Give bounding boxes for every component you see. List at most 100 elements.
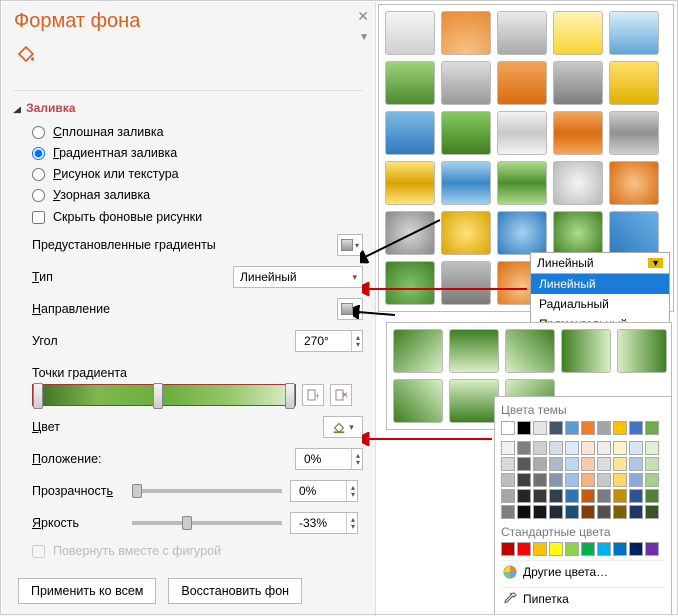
theme-color-swatch[interactable] <box>517 421 531 435</box>
theme-color-swatch[interactable] <box>597 473 611 487</box>
theme-color-swatch[interactable] <box>597 421 611 435</box>
theme-color-swatch[interactable] <box>565 473 579 487</box>
theme-color-swatch[interactable] <box>565 489 579 503</box>
gradient-preset-swatch[interactable] <box>609 111 659 155</box>
theme-color-swatch[interactable] <box>501 457 515 471</box>
theme-color-swatch[interactable] <box>549 421 563 435</box>
remove-stop-button[interactable]: × <box>330 384 352 406</box>
paint-bucket-icon[interactable] <box>14 41 38 65</box>
theme-color-swatch[interactable] <box>581 473 595 487</box>
theme-color-swatch[interactable] <box>629 421 643 435</box>
reset-background-button[interactable]: Восстановить фон <box>168 578 302 604</box>
theme-color-swatch[interactable] <box>501 473 515 487</box>
theme-color-swatch[interactable] <box>613 457 627 471</box>
theme-color-swatch[interactable] <box>645 489 659 503</box>
theme-color-swatch[interactable] <box>645 421 659 435</box>
theme-color-swatch[interactable] <box>517 489 531 503</box>
hide-bg-checkbox[interactable]: Скрыть фоновые рисунки <box>32 210 363 224</box>
standard-color-swatch[interactable] <box>645 542 659 556</box>
theme-color-swatch[interactable] <box>645 441 659 455</box>
standard-color-swatch[interactable] <box>517 542 531 556</box>
eyedropper-item[interactable]: Пипетка <box>501 587 665 610</box>
gradient-preset-swatch[interactable] <box>497 61 547 105</box>
theme-color-swatch[interactable] <box>549 441 563 455</box>
gradient-stop[interactable] <box>285 383 295 409</box>
type-option[interactable]: Радиальный <box>531 294 669 314</box>
standard-color-swatch[interactable] <box>565 542 579 556</box>
gradient-preset-swatch[interactable] <box>609 11 659 55</box>
theme-color-swatch[interactable] <box>549 489 563 503</box>
theme-color-swatch[interactable] <box>549 505 563 519</box>
theme-color-swatch[interactable] <box>645 473 659 487</box>
theme-color-swatch[interactable] <box>645 505 659 519</box>
theme-color-swatch[interactable] <box>565 505 579 519</box>
theme-color-swatch[interactable] <box>613 421 627 435</box>
radio-picture-fill[interactable]: Рисунок или текстура <box>32 167 363 181</box>
theme-color-swatch[interactable] <box>629 505 643 519</box>
theme-color-swatch[interactable] <box>565 457 579 471</box>
theme-color-swatch[interactable] <box>517 473 531 487</box>
direction-swatch[interactable] <box>617 329 667 373</box>
theme-color-swatch[interactable] <box>517 441 531 455</box>
theme-color-swatch[interactable] <box>533 505 547 519</box>
standard-color-swatch[interactable] <box>501 542 515 556</box>
gradient-stop[interactable] <box>153 383 163 409</box>
direction-dropdown[interactable]: ▾ <box>337 298 363 320</box>
transparency-slider[interactable] <box>132 489 282 493</box>
theme-color-swatch[interactable] <box>501 421 515 435</box>
theme-color-swatch[interactable] <box>517 457 531 471</box>
theme-color-swatch[interactable] <box>613 473 627 487</box>
direction-swatch[interactable] <box>449 379 499 423</box>
gradient-preset-swatch[interactable] <box>609 211 659 255</box>
fill-section-header[interactable]: Заливка <box>14 90 363 115</box>
brightness-slider[interactable] <box>132 521 282 525</box>
gradient-preset-swatch[interactable] <box>385 261 435 305</box>
standard-color-swatch[interactable] <box>549 542 563 556</box>
gradient-preset-swatch[interactable] <box>441 161 491 205</box>
theme-color-swatch[interactable] <box>581 441 595 455</box>
theme-color-swatch[interactable] <box>581 457 595 471</box>
theme-color-swatch[interactable] <box>501 489 515 503</box>
theme-color-swatch[interactable] <box>501 505 515 519</box>
gradient-preset-swatch[interactable] <box>441 111 491 155</box>
gradient-preset-swatch[interactable] <box>553 111 603 155</box>
gradient-preset-swatch[interactable] <box>497 111 547 155</box>
standard-color-swatch[interactable] <box>613 542 627 556</box>
gradient-preset-swatch[interactable] <box>553 11 603 55</box>
gradient-preset-swatch[interactable] <box>441 11 491 55</box>
type-select[interactable]: Линейный▾ <box>233 266 363 288</box>
theme-color-swatch[interactable] <box>581 489 595 503</box>
add-stop-button[interactable]: + <box>302 384 324 406</box>
theme-color-swatch[interactable] <box>501 441 515 455</box>
gradient-preset-swatch[interactable] <box>553 161 603 205</box>
gradient-preset-swatch[interactable] <box>553 211 603 255</box>
theme-color-swatch[interactable] <box>597 441 611 455</box>
apply-to-all-button[interactable]: Применить ко всем <box>18 578 156 604</box>
transparency-spinner[interactable]: 0%▴▾ <box>290 480 358 502</box>
type-option[interactable]: Линейный <box>531 274 669 294</box>
type-combo[interactable]: Линейный▼ <box>531 253 669 274</box>
theme-color-swatch[interactable] <box>517 505 531 519</box>
theme-color-swatch[interactable] <box>645 457 659 471</box>
direction-swatch[interactable] <box>505 329 555 373</box>
theme-color-swatch[interactable] <box>565 441 579 455</box>
theme-color-swatch[interactable] <box>597 505 611 519</box>
standard-color-swatch[interactable] <box>533 542 547 556</box>
theme-color-swatch[interactable] <box>629 473 643 487</box>
theme-color-swatch[interactable] <box>533 457 547 471</box>
gradient-preset-swatch[interactable] <box>497 161 547 205</box>
standard-color-swatch[interactable] <box>629 542 643 556</box>
theme-color-swatch[interactable] <box>549 457 563 471</box>
theme-color-swatch[interactable] <box>565 421 579 435</box>
gradient-preset-swatch[interactable] <box>553 61 603 105</box>
gradient-preset-swatch[interactable] <box>385 161 435 205</box>
radio-solid-fill[interactable]: Сплошная заливка <box>32 125 363 139</box>
angle-spinner[interactable]: 270°▴▾ <box>295 330 363 352</box>
direction-swatch[interactable] <box>449 329 499 373</box>
more-colors-item[interactable]: Другие цвета… <box>501 560 665 583</box>
gradient-preset-swatch[interactable] <box>497 11 547 55</box>
close-icon[interactable]: ✕ <box>357 8 369 25</box>
position-spinner[interactable]: 0%▴▾ <box>295 448 363 470</box>
direction-swatch[interactable] <box>393 379 443 423</box>
gradient-preset-swatch[interactable] <box>497 211 547 255</box>
